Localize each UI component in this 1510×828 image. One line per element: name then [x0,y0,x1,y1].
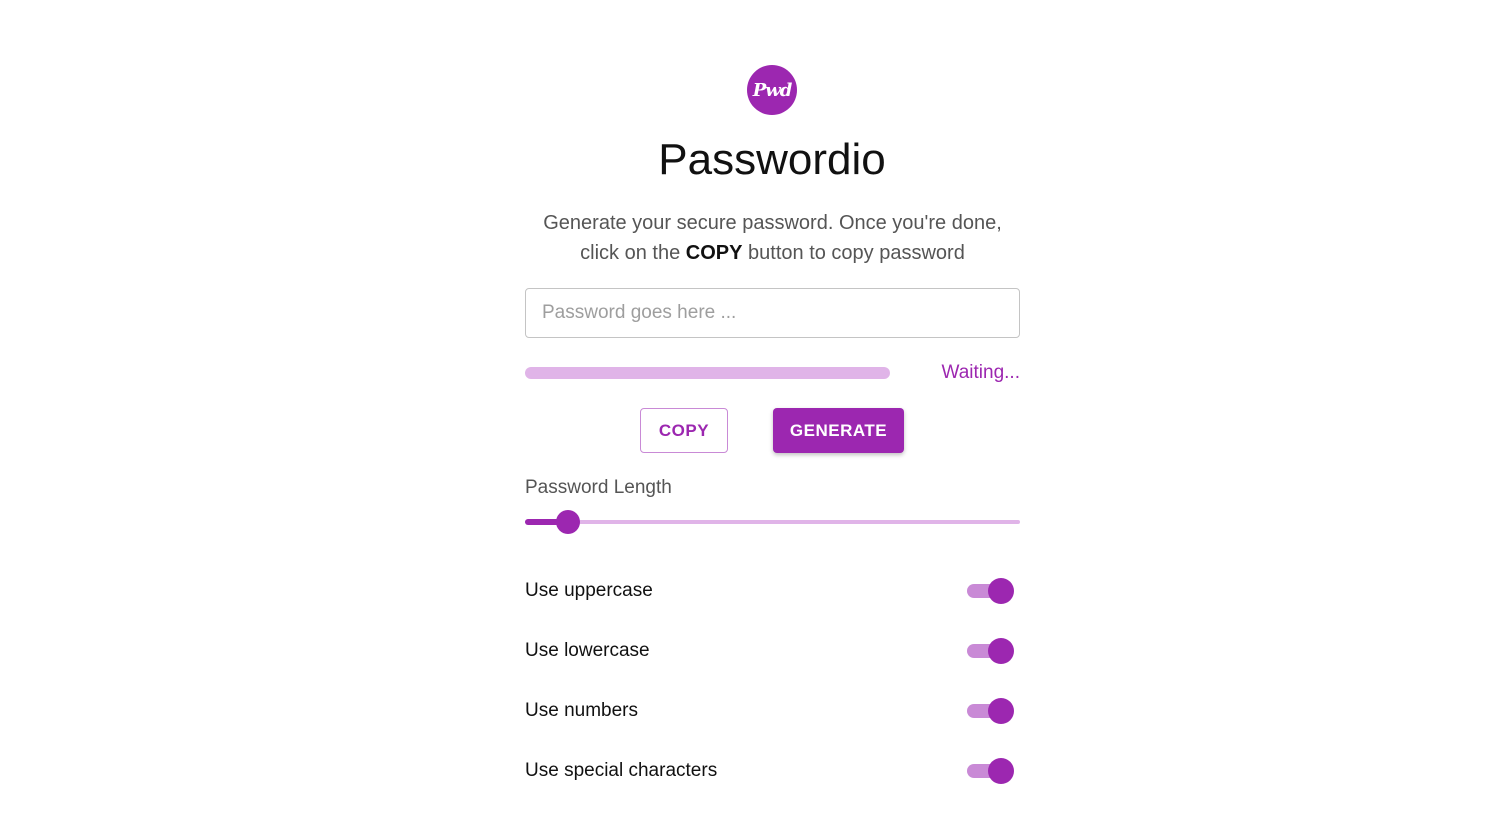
logo-text: Pwd [752,79,793,101]
copy-button[interactable]: COPY [640,408,728,453]
app-logo: Pwd [747,65,797,115]
option-numbers: Use numbers [525,696,1020,726]
description-line-2-end: button to copy password [742,242,965,264]
option-numbers-label: Use numbers [525,700,638,721]
numbers-toggle[interactable] [966,698,1016,724]
strength-status-text: Waiting... [941,362,1021,383]
strength-progress-bar [525,367,890,379]
switch-thumb [988,638,1014,664]
option-uppercase-label: Use uppercase [525,580,653,601]
page-title: Passwordio [658,135,886,184]
description-copy-emphasis: COPY [685,242,743,264]
option-lowercase-label: Use lowercase [525,640,650,661]
switch-thumb [988,578,1014,604]
option-lowercase: Use lowercase [525,636,1020,666]
description-line-1: Generate your secure password. Once you'… [543,212,1002,234]
slider-thumb[interactable] [556,510,581,534]
generate-button[interactable]: GENERATE [773,408,904,453]
option-special-characters-label: Use special characters [525,760,718,781]
option-uppercase: Use uppercase [525,576,1020,606]
option-special-characters: Use special characters [525,756,1020,786]
special-characters-toggle[interactable] [966,758,1016,784]
uppercase-toggle[interactable] [966,578,1016,604]
switch-thumb [988,758,1014,784]
page-description: Generate your secure password. Once you'… [525,208,1020,268]
lowercase-toggle[interactable] [966,638,1016,664]
password-generator-page: Pwd Passwordio Generate your secure pass… [0,0,1510,828]
password-length-label: Password Length [525,477,672,498]
switch-thumb [988,698,1014,724]
password-length-slider[interactable] [525,508,1020,536]
slider-rail [525,520,1020,524]
description-line-2-start: click on the [580,242,686,264]
password-input[interactable] [525,288,1020,338]
